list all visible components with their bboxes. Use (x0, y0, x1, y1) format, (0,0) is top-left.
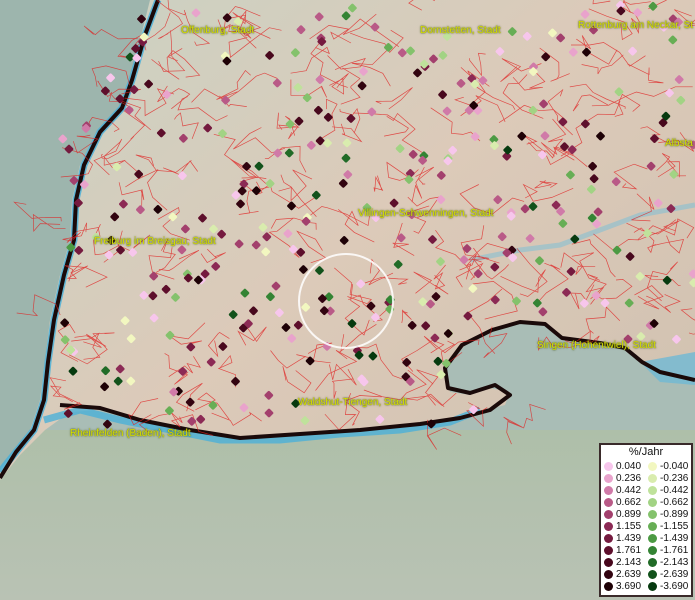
legend-value-positive: 0.442 (616, 485, 642, 496)
legend-row: 0.662 -0.662 (601, 497, 695, 508)
legend-value-negative: -1.439 (660, 533, 689, 544)
legend-value-negative: -0.899 (660, 509, 689, 520)
legend-swatch-positive (604, 534, 613, 543)
legend-row: 0.899 -0.899 (601, 509, 695, 520)
legend-value-positive: 2.143 (616, 557, 642, 568)
legend-value-positive: 2.639 (616, 569, 642, 580)
legend-swatch-positive (604, 546, 613, 555)
legend-value-negative: -3.690 (660, 581, 689, 592)
legend-swatch-negative (648, 558, 657, 567)
legend-row: 1.761 -1.761 (601, 545, 695, 556)
legend-swatch-negative (648, 570, 657, 579)
legend-swatch-negative (648, 522, 657, 531)
place-freiburg[interactable]: Freiburg im Breisgau, Stadt (94, 236, 216, 247)
legend-swatch-positive (604, 486, 613, 495)
legend-swatch-positive (604, 558, 613, 567)
legend-swatch-positive (604, 522, 613, 531)
place-waldshut-tiengen[interactable]: Waldshut-Tiengen, Stadt (298, 397, 407, 408)
legend-swatch-negative (648, 534, 657, 543)
legend-value-negative: -0.442 (660, 485, 689, 496)
legend-value-negative: -1.155 (660, 521, 689, 532)
legend-value-negative: -1.761 (660, 545, 689, 556)
legend-swatch-negative (648, 498, 657, 507)
legend-value-negative: -0.662 (660, 497, 689, 508)
legend-row: 0.236 -0.236 (601, 473, 695, 484)
place-singen[interactable]: Singen (Hohentwiel), Stadt (537, 340, 656, 351)
legend-swatch-negative (648, 486, 657, 495)
legend-row: 0.040 -0.040 (601, 461, 695, 472)
legend-row: 1.439 -1.439 (601, 533, 695, 544)
legend-title: %/Jahr (628, 446, 664, 458)
legend-swatch-positive (604, 510, 613, 519)
legend-value-negative: -2.143 (660, 557, 689, 568)
southern-terrain (0, 430, 695, 600)
legend-swatch-negative (648, 462, 657, 471)
legend-value-negative: -0.236 (660, 473, 689, 484)
place-offenburg[interactable]: Offenburg, Stadt (181, 25, 254, 36)
legend-row: 0.442 -0.442 (601, 485, 695, 496)
legend-row: 3.690 -3.690 (601, 581, 695, 592)
legend-value-positive: 3.690 (616, 581, 642, 592)
legend-value-positive: 1.761 (616, 545, 642, 556)
legend-value-positive: 1.155 (616, 521, 642, 532)
legend-value-positive: 1.439 (616, 533, 642, 544)
legend-value-positive: 0.040 (616, 461, 642, 472)
legend-value-positive: 0.662 (616, 497, 642, 508)
legend-swatch-positive (604, 474, 613, 483)
place-rheinfelden[interactable]: Rheinfelden (Baden), Stadt (70, 428, 191, 439)
legend-row: 2.143 -2.143 (601, 557, 695, 568)
legend-swatch-positive (604, 570, 613, 579)
place-villingen-schwenningen[interactable]: Villingen-Schwenningen, Stadt (358, 208, 493, 219)
place-dornstetten[interactable]: Dornstetten, Stadt (420, 25, 501, 36)
legend-swatch-positive (604, 462, 613, 471)
place-albstadt[interactable]: Albsta (665, 138, 693, 149)
legend-swatch-positive (604, 498, 613, 507)
place-rottenburg[interactable]: Rottenburg am Neckar, St (578, 20, 693, 31)
legend-swatch-negative (648, 510, 657, 519)
legend-swatch-negative (648, 546, 657, 555)
legend-row: 2.639 -2.639 (601, 569, 695, 580)
zoom-lens[interactable] (298, 253, 394, 349)
legend-value-positive: 0.899 (616, 509, 642, 520)
legend-swatch-negative (648, 474, 657, 483)
legend-value-negative: -0.040 (660, 461, 689, 472)
legend-swatch-negative (648, 582, 657, 591)
legend-row: 1.155 -1.155 (601, 521, 695, 532)
legend-value-positive: 0.236 (616, 473, 642, 484)
legend-value-negative: -2.639 (660, 569, 689, 580)
legend-swatch-positive (604, 582, 613, 591)
legend: %/Jahr 0.040 -0.040 0.236 -0.236 0.442 -0.442… (599, 443, 693, 597)
